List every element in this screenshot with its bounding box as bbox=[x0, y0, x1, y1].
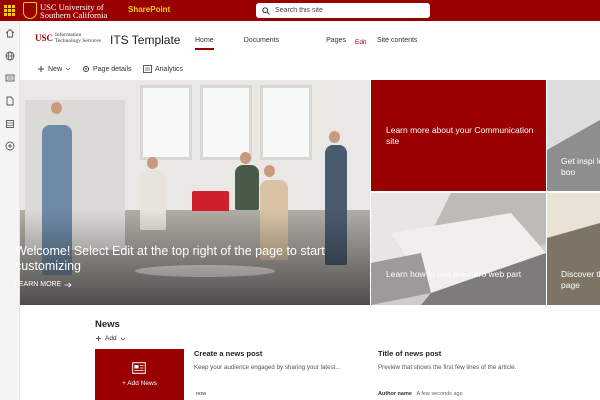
nav-site-contents[interactable]: Site contents bbox=[377, 37, 417, 44]
page-details-label: Page details bbox=[93, 65, 132, 73]
news-item-title: Create a news post bbox=[194, 349, 263, 358]
its-logo[interactable]: USC Information Technology Services bbox=[35, 32, 101, 44]
hero-photo-person-head bbox=[147, 157, 158, 169]
new-button[interactable]: New bbox=[37, 65, 71, 73]
home-icon[interactable] bbox=[4, 27, 16, 39]
news-item-description: Preview that shows the first few lines o… bbox=[378, 364, 517, 371]
hero-photo-person-head bbox=[264, 165, 275, 177]
hero-tile-hero-webpart-title: Learn how to use the Hero web part bbox=[386, 269, 522, 279]
news-item-author-line: Author name A few seconds ago bbox=[378, 391, 463, 397]
its-logo-line2: Technology Services bbox=[55, 38, 101, 44]
usc-logo-text: USC University of Southern California bbox=[40, 2, 108, 20]
news-item-time: A few seconds ago bbox=[416, 391, 463, 397]
arrow-right-icon bbox=[64, 281, 72, 288]
document-icon[interactable] bbox=[4, 95, 16, 107]
hero-tile-discover-title: Discover this page bbox=[561, 269, 600, 290]
analytics-button[interactable]: Analytics bbox=[143, 65, 183, 73]
news-add-button[interactable]: Add bbox=[95, 335, 126, 342]
news-item[interactable]: Title of news post Preview that shows th… bbox=[378, 349, 516, 371]
hero-tile-communication[interactable]: Learn more about your Communication site bbox=[371, 80, 546, 191]
hero-photo-person-head bbox=[51, 102, 62, 114]
add-icon[interactable] bbox=[4, 140, 16, 152]
usc-logo-line2: Southern California bbox=[40, 9, 108, 20]
news-icon[interactable] bbox=[4, 72, 16, 84]
hero-photo-window bbox=[140, 85, 192, 160]
learn-more-label: LEARN MORE bbox=[15, 281, 62, 288]
hero-photo-person bbox=[235, 165, 259, 210]
globe-icon[interactable] bbox=[4, 50, 16, 62]
nav-pages[interactable]: Pages bbox=[326, 37, 346, 44]
gear-icon bbox=[82, 65, 90, 73]
add-news-label: + Add News bbox=[122, 380, 157, 387]
news-item[interactable]: Create a news post Keep your audience en… bbox=[194, 349, 341, 371]
site-header: USC Information Technology Services ITS … bbox=[20, 21, 600, 61]
hero-tile-inspiration-title: Get inspi look boo bbox=[561, 156, 600, 177]
hero-tile-inspiration[interactable]: Get inspi look boo bbox=[547, 80, 600, 191]
news-heading: News bbox=[95, 319, 120, 330]
news-item-description: Keep your audience engaged by sharing yo… bbox=[194, 364, 341, 371]
lists-icon[interactable] bbox=[4, 118, 16, 130]
chevron-down-icon bbox=[120, 337, 125, 341]
nav-documents[interactable]: Documents bbox=[244, 37, 279, 44]
its-logo-text: Information Technology Services bbox=[55, 32, 101, 44]
app-bar bbox=[0, 21, 20, 400]
news-icon bbox=[132, 362, 146, 374]
suite-bar: USC University of Southern California Sh… bbox=[0, 0, 600, 21]
page-details-button[interactable]: Page details bbox=[82, 65, 132, 73]
learn-more-link[interactable]: LEARN MORE bbox=[15, 281, 72, 288]
usc-logo[interactable]: USC University of Southern California bbox=[23, 1, 123, 20]
search-input[interactable] bbox=[275, 7, 425, 14]
hero-photo-lamp bbox=[192, 191, 229, 211]
hero-photo-window bbox=[200, 85, 252, 160]
top-navigation: Home Documents Pages Site contents bbox=[195, 37, 417, 50]
site-title[interactable]: ITS Template bbox=[110, 33, 180, 47]
news-item-author: Author name bbox=[378, 391, 412, 397]
nav-home[interactable]: Home bbox=[195, 37, 214, 50]
news-add-label: Add bbox=[105, 335, 117, 342]
analytics-label: Analytics bbox=[155, 65, 184, 73]
edit-nav-link[interactable]: Edit bbox=[355, 39, 366, 46]
search-box[interactable] bbox=[256, 3, 430, 18]
search-icon bbox=[262, 6, 270, 15]
hero-tile-communication-title: Learn more about your Communication site bbox=[386, 125, 534, 146]
hero-main-title[interactable]: Welcome! Select Edit at the top right of… bbox=[15, 244, 335, 274]
usc-seal-icon bbox=[23, 2, 37, 19]
command-bar: New Page details Analytics bbox=[20, 61, 600, 78]
hero-photo-window bbox=[260, 85, 312, 160]
hero-photo-person-head bbox=[240, 152, 251, 164]
new-button-label: New bbox=[48, 65, 63, 73]
hero-photo-person-head bbox=[329, 131, 340, 143]
hero-tile-hero-webpart[interactable]: Learn how to use the Hero web part bbox=[371, 193, 546, 305]
sharepoint-link[interactable]: SharePoint bbox=[128, 5, 170, 14]
analytics-icon bbox=[143, 65, 152, 73]
plus-icon bbox=[95, 335, 102, 342]
news-item-author: now bbox=[196, 391, 207, 397]
chevron-down-icon bbox=[65, 67, 71, 71]
add-news-card[interactable]: + Add News bbox=[95, 349, 184, 400]
its-logo-mark: USC bbox=[35, 33, 54, 43]
hero-tile-stairs-photo bbox=[371, 193, 546, 305]
news-item-title: Title of news post bbox=[378, 349, 442, 358]
hero-tile-discover[interactable]: Discover this page bbox=[547, 193, 600, 305]
plus-icon bbox=[38, 66, 44, 72]
app-launcher-icon[interactable] bbox=[4, 5, 15, 16]
